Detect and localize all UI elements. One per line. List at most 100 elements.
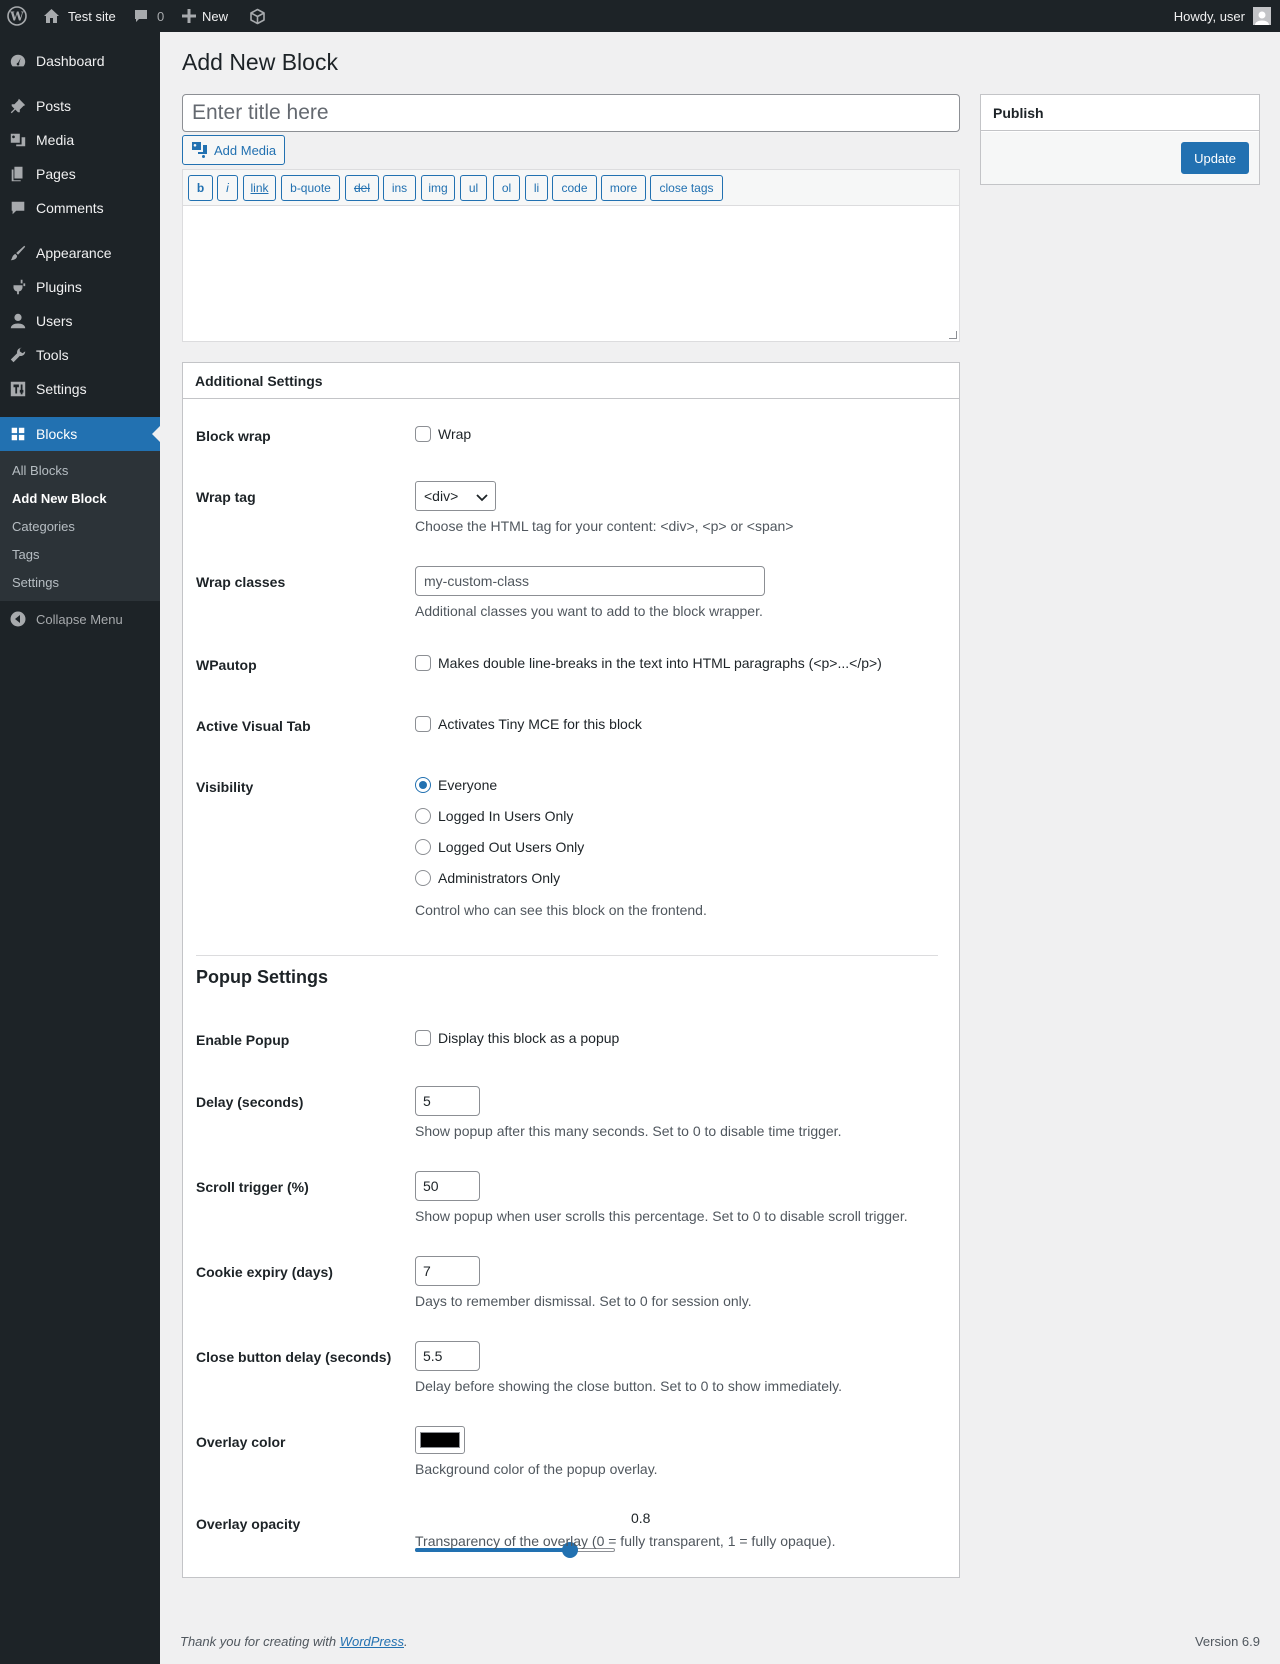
- visual-tab-checkbox[interactable]: [415, 716, 431, 732]
- visibility-option-admins: Administrators Only: [415, 870, 560, 886]
- comments-link[interactable]: 0: [133, 0, 164, 32]
- wpautop-checkbox[interactable]: [415, 655, 431, 671]
- wrap-tag-select[interactable]: <div>: [415, 481, 496, 511]
- wrench-icon: [0, 346, 36, 364]
- visual-tab-option: Activates Tiny MCE for this block: [415, 716, 642, 732]
- sidebar-item-blocks[interactable]: Blocks: [0, 417, 160, 451]
- visibility-radio-everyone[interactable]: [415, 777, 431, 793]
- avatar: [1253, 7, 1271, 25]
- page-title: Add New Block: [182, 49, 338, 75]
- title-input[interactable]: [182, 94, 960, 132]
- footer-thanks: Thank you for creating with WordPress.: [180, 1634, 408, 1649]
- pages-icon: [0, 165, 36, 183]
- ol-button[interactable]: ol: [493, 175, 520, 201]
- ul-button[interactable]: ul: [460, 175, 487, 201]
- delay-input[interactable]: 5: [415, 1086, 480, 1116]
- quicktags-toolbar: b i link b-quote del ins img ul ol li co…: [183, 170, 959, 206]
- brush-icon: [0, 244, 36, 262]
- overlay-color-picker[interactable]: [415, 1426, 465, 1454]
- pin-icon: [0, 97, 36, 115]
- visibility-radio-admins[interactable]: [415, 870, 431, 886]
- close-tags-button[interactable]: close tags: [650, 175, 723, 201]
- sidebar-item-posts[interactable]: Posts: [0, 89, 160, 123]
- visibility-option-logged-in: Logged In Users Only: [415, 808, 573, 824]
- overlay-opacity-description: Transparency of the overlay (0 = fully t…: [415, 1533, 836, 1549]
- collapse-icon: [0, 611, 36, 627]
- submenu-all-blocks[interactable]: All Blocks: [12, 463, 68, 478]
- wpautop-option: Makes double line-breaks in the text int…: [415, 655, 882, 671]
- comment-icon: [133, 8, 149, 24]
- current-arrow: [152, 426, 160, 442]
- collapse-menu-button[interactable]: Collapse Menu: [0, 608, 160, 630]
- footer-version: Version 6.9: [1194, 1634, 1260, 1649]
- submenu-add-new-block[interactable]: Add New Block: [12, 491, 107, 506]
- add-media-button[interactable]: Add Media: [182, 135, 286, 165]
- delay-value: 5: [423, 1093, 431, 1109]
- overlay-opacity-value: 0.8: [631, 1510, 651, 1526]
- ins-button[interactable]: ins: [383, 175, 416, 201]
- site-name-link[interactable]: Test site: [43, 0, 116, 32]
- sidebar-item-appearance[interactable]: Appearance: [0, 236, 160, 270]
- sidebar-item-media[interactable]: Media: [0, 123, 160, 157]
- wpautop-label: WPautop: [196, 657, 257, 673]
- cookie-expiry-value: 7: [423, 1263, 431, 1279]
- sidebar-item-tools[interactable]: Tools: [0, 338, 160, 372]
- del-button[interactable]: del: [345, 175, 379, 201]
- block-wrap-option-label: Wrap: [438, 426, 472, 442]
- cube-icon[interactable]: [249, 0, 266, 32]
- img-button[interactable]: img: [421, 175, 455, 201]
- wordpress-link[interactable]: WordPress: [340, 1634, 404, 1649]
- overlay-opacity-label: Overlay opacity: [196, 1516, 301, 1532]
- submenu-tags[interactable]: Tags: [12, 547, 39, 562]
- enable-popup-checkbox[interactable]: [415, 1030, 431, 1046]
- wrap-tag-description: Choose the HTML tag for your content: <d…: [415, 518, 794, 534]
- link-button[interactable]: link: [243, 175, 276, 201]
- wordpress-logo-icon[interactable]: W: [7, 0, 27, 32]
- submenu-categories[interactable]: Categories: [12, 519, 75, 534]
- admin-sidebar: Dashboard Posts Media Pages Comments App…: [0, 32, 160, 1664]
- sidebar-item-label: Pages: [36, 166, 76, 182]
- update-button[interactable]: Update: [1181, 142, 1249, 174]
- new-label: New: [202, 8, 229, 24]
- block-wrap-checkbox[interactable]: [415, 426, 431, 442]
- scroll-trigger-label: Scroll trigger (%): [196, 1179, 309, 1195]
- delay-description: Show popup after this many seconds. Set …: [415, 1123, 842, 1139]
- block-wrap-option: Wrap: [415, 426, 471, 442]
- new-content-link[interactable]: New: [182, 0, 228, 32]
- footer-thanks-suffix: .: [404, 1634, 408, 1649]
- sidebar-item-comments[interactable]: Comments: [0, 191, 160, 225]
- close-delay-value: 5.5: [423, 1348, 443, 1364]
- visibility-radio-logged-out[interactable]: [415, 839, 431, 855]
- my-account-link[interactable]: Howdy, user: [1174, 0, 1271, 32]
- li-button[interactable]: li: [525, 175, 548, 201]
- sidebar-item-pages[interactable]: Pages: [0, 157, 160, 191]
- bold-button[interactable]: b: [188, 175, 213, 201]
- resize-handle[interactable]: [949, 331, 957, 339]
- sidebar-item-users[interactable]: Users: [0, 304, 160, 338]
- visibility-option-label: Administrators Only: [438, 870, 561, 886]
- submenu-settings[interactable]: Settings: [12, 575, 59, 590]
- publish-box: Publish Update: [980, 94, 1260, 185]
- cookie-expiry-input[interactable]: 7: [415, 1256, 480, 1286]
- content-textarea[interactable]: [183, 207, 959, 341]
- media-icon: [0, 131, 36, 149]
- sidebar-item-label: Media: [36, 132, 75, 148]
- overlay-color-label: Overlay color: [196, 1434, 286, 1450]
- blockquote-button[interactable]: b-quote: [281, 175, 340, 201]
- italic-button[interactable]: i: [217, 175, 238, 201]
- sidebar-item-dashboard[interactable]: Dashboard: [0, 44, 160, 78]
- sidebar-item-settings[interactable]: Settings: [0, 372, 160, 406]
- visibility-option-label: Logged In Users Only: [438, 808, 574, 824]
- scroll-trigger-input[interactable]: 50: [415, 1171, 480, 1201]
- plug-icon: [0, 278, 36, 296]
- visibility-radio-logged-in[interactable]: [415, 808, 431, 824]
- visibility-label: Visibility: [196, 779, 254, 795]
- text-editor: b i link b-quote del ins img ul ol li co…: [182, 169, 960, 342]
- sidebar-item-plugins[interactable]: Plugins: [0, 270, 160, 304]
- code-button[interactable]: code: [552, 175, 597, 201]
- close-delay-input[interactable]: 5.5: [415, 1341, 480, 1371]
- blocks-submenu: All Blocks Add New Block Categories Tags…: [0, 451, 160, 601]
- more-button[interactable]: more: [601, 175, 646, 201]
- wrap-classes-input[interactable]: my-custom-class: [415, 566, 765, 596]
- cookie-expiry-description: Days to remember dismissal. Set to 0 for…: [415, 1293, 752, 1309]
